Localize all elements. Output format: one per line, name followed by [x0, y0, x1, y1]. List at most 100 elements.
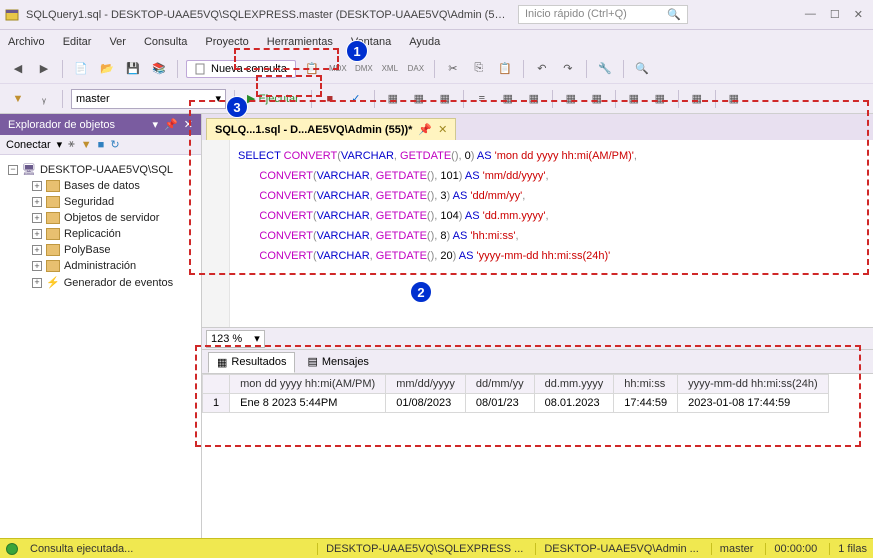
properties-icon[interactable]: 🔧 [595, 59, 615, 79]
undo-icon[interactable]: ↶ [532, 59, 552, 79]
menu-archivo[interactable]: Archivo [8, 36, 45, 48]
filter-icon[interactable]: ▼ [8, 89, 28, 109]
back-icon[interactable]: ◀ [8, 59, 28, 79]
conectar-button[interactable]: Conectar [6, 139, 51, 151]
expand-icon[interactable]: + [32, 181, 42, 191]
zoom-combo[interactable]: 123 % ▾ [206, 330, 265, 348]
cut-icon[interactable]: ✂ [443, 59, 463, 79]
sqlcmd-icon[interactable]: ▦ [687, 89, 707, 109]
tree-item-eventos[interactable]: +⚡Generador de eventos [4, 274, 197, 291]
expand-icon[interactable]: + [32, 245, 42, 255]
tab-resultados[interactable]: ▦ Resultados [208, 352, 295, 373]
cell[interactable]: 08/01/23 [465, 394, 534, 413]
expand-icon[interactable]: + [32, 213, 42, 223]
nueva-consulta-button[interactable]: Nueva consulta [186, 60, 296, 78]
zoom-row: 123 % ▾ [202, 328, 873, 350]
tree-item-bases[interactable]: +Bases de datos [4, 178, 197, 194]
copy-icon[interactable]: ⎘ [469, 59, 489, 79]
minimize-button[interactable]: — [805, 8, 816, 21]
menu-proyecto[interactable]: Proyecto [205, 36, 248, 48]
parse-icon[interactable]: ✓ [346, 89, 366, 109]
close-button[interactable]: ✕ [854, 8, 863, 21]
tree-item-replicacion[interactable]: +Replicación [4, 226, 197, 242]
results-file-icon[interactable]: ▦ [524, 89, 544, 109]
close-panel-icon[interactable]: ✕ [184, 118, 193, 131]
menu-editar[interactable]: Editar [63, 36, 92, 48]
redo-icon[interactable]: ↷ [558, 59, 578, 79]
pin-icon[interactable]: 📌 [164, 118, 178, 131]
ejecutar-button[interactable]: ▶ Ejecutar [243, 92, 303, 105]
tab-sqlquery1[interactable]: SQLQ...1.sql - D...AE5VQ\Admin (55))* 📌 … [206, 118, 456, 140]
save-icon[interactable]: 💾 [123, 59, 143, 79]
code-body[interactable]: SELECT CONVERT(VARCHAR, GETDATE(), 0) AS… [230, 140, 645, 327]
dax-icon[interactable]: DAX [406, 59, 426, 79]
menu-ayuda[interactable]: Ayuda [409, 36, 440, 48]
specify-icon[interactable]: ▦ [724, 89, 744, 109]
col-header[interactable]: dd.mm.yyyy [534, 375, 614, 394]
tree-item-admin[interactable]: +Administración [4, 258, 197, 274]
code-editor[interactable]: SELECT CONVERT(VARCHAR, GETDATE(), 0) AS… [202, 140, 873, 328]
disconnect-icon[interactable]: ⚹ [68, 138, 75, 151]
filter-tree-icon[interactable]: ▼ [81, 139, 92, 151]
expand-icon[interactable]: + [32, 229, 42, 239]
col-header[interactable]: mon dd yyyy hh:mi(AM/PM) [230, 375, 386, 394]
maximize-button[interactable]: ☐ [830, 8, 840, 21]
cell[interactable]: 17:44:59 [614, 394, 678, 413]
plan3-icon[interactable]: ▦ [435, 89, 455, 109]
new-icon[interactable]: 📄 [71, 59, 91, 79]
refresh-icon[interactable]: ↻ [110, 138, 119, 151]
col-header[interactable]: mm/dd/yyyy [386, 375, 466, 394]
menu-ver[interactable]: Ver [109, 36, 126, 48]
grid-row[interactable]: 1 Ene 8 2023 5:44PM 01/08/2023 08/01/23 … [203, 394, 829, 413]
close-tab-icon[interactable]: ✕ [438, 123, 447, 136]
tab-label: SQLQ...1.sql - D...AE5VQ\Admin (55))* [215, 124, 412, 136]
server-icon: 🖥 [22, 163, 36, 176]
outdent-icon[interactable]: ▦ [650, 89, 670, 109]
plan-icon[interactable]: ▦ [383, 89, 403, 109]
pin-tab-icon[interactable]: 📌 [418, 123, 432, 136]
results-grid[interactable]: mon dd yyyy hh:mi(AM/PM) mm/dd/yyyy dd/m… [202, 374, 873, 538]
menu-consulta[interactable]: Consulta [144, 36, 187, 48]
results-grid-icon[interactable]: ▦ [498, 89, 518, 109]
cell[interactable]: 2023-01-08 17:44:59 [678, 394, 829, 413]
paste-icon[interactable]: 📋 [495, 59, 515, 79]
uncomment-icon[interactable]: ▦ [587, 89, 607, 109]
expand-icon[interactable]: + [32, 197, 42, 207]
save-all-icon[interactable]: 📚 [149, 59, 169, 79]
open-icon[interactable]: 📂 [97, 59, 117, 79]
expand-icon[interactable]: + [32, 261, 42, 271]
server-node[interactable]: − 🖥 DESKTOP-UAAE5VQ\SQL [4, 161, 197, 178]
dropdown-icon[interactable]: ▾ [153, 118, 159, 131]
col-header[interactable]: dd/mm/yy [465, 375, 534, 394]
mdx-icon[interactable]: MDX [328, 59, 348, 79]
database-combo[interactable]: master ▾ [71, 89, 226, 109]
object-explorer-title: Explorador de objetos ▾ 📌 ✕ [0, 114, 201, 135]
cell[interactable]: 01/08/2023 [386, 394, 466, 413]
expand-icon[interactable]: + [32, 278, 42, 288]
plan2-icon[interactable]: ▦ [409, 89, 429, 109]
query-icon[interactable]: 📋 [302, 59, 322, 79]
cell[interactable]: 08.01.2023 [534, 394, 614, 413]
indent-icon[interactable]: ▦ [624, 89, 644, 109]
tab-mensajes[interactable]: ▤ Mensajes [299, 352, 376, 371]
comment-icon[interactable]: ▦ [561, 89, 581, 109]
col-header[interactable]: hh:mi:ss [614, 375, 678, 394]
results-text-icon[interactable]: ≡ [472, 89, 492, 109]
dropdown-icon[interactable]: ᵧ [34, 89, 54, 109]
tree-item-objetos[interactable]: +Objetos de servidor [4, 210, 197, 226]
tree-item-seguridad[interactable]: +Seguridad [4, 194, 197, 210]
object-explorer: Explorador de objetos ▾ 📌 ✕ Conectar ▾ ⚹… [0, 114, 202, 538]
forward-icon[interactable]: ▶ [34, 59, 54, 79]
menu-herramientas[interactable]: Herramientas [267, 36, 333, 48]
find-icon[interactable]: 🔍 [632, 59, 652, 79]
status-user: DESKTOP-UAAE5VQ\Admin ... [535, 543, 698, 555]
chevron-down-icon[interactable]: ▾ [57, 138, 63, 151]
cell[interactable]: Ene 8 2023 5:44PM [230, 394, 386, 413]
collapse-icon[interactable]: − [8, 165, 18, 175]
stop-icon[interactable]: ■ [320, 89, 340, 109]
col-header[interactable]: yyyy-mm-dd hh:mi:ss(24h) [678, 375, 829, 394]
tree-item-polybase[interactable]: +PolyBase [4, 242, 197, 258]
stop-tree-icon[interactable]: ■ [98, 139, 105, 151]
quick-launch-input[interactable]: Inicio rápido (Ctrl+Q) 🔍 [518, 5, 688, 24]
xmla-icon[interactable]: XML [380, 59, 400, 79]
